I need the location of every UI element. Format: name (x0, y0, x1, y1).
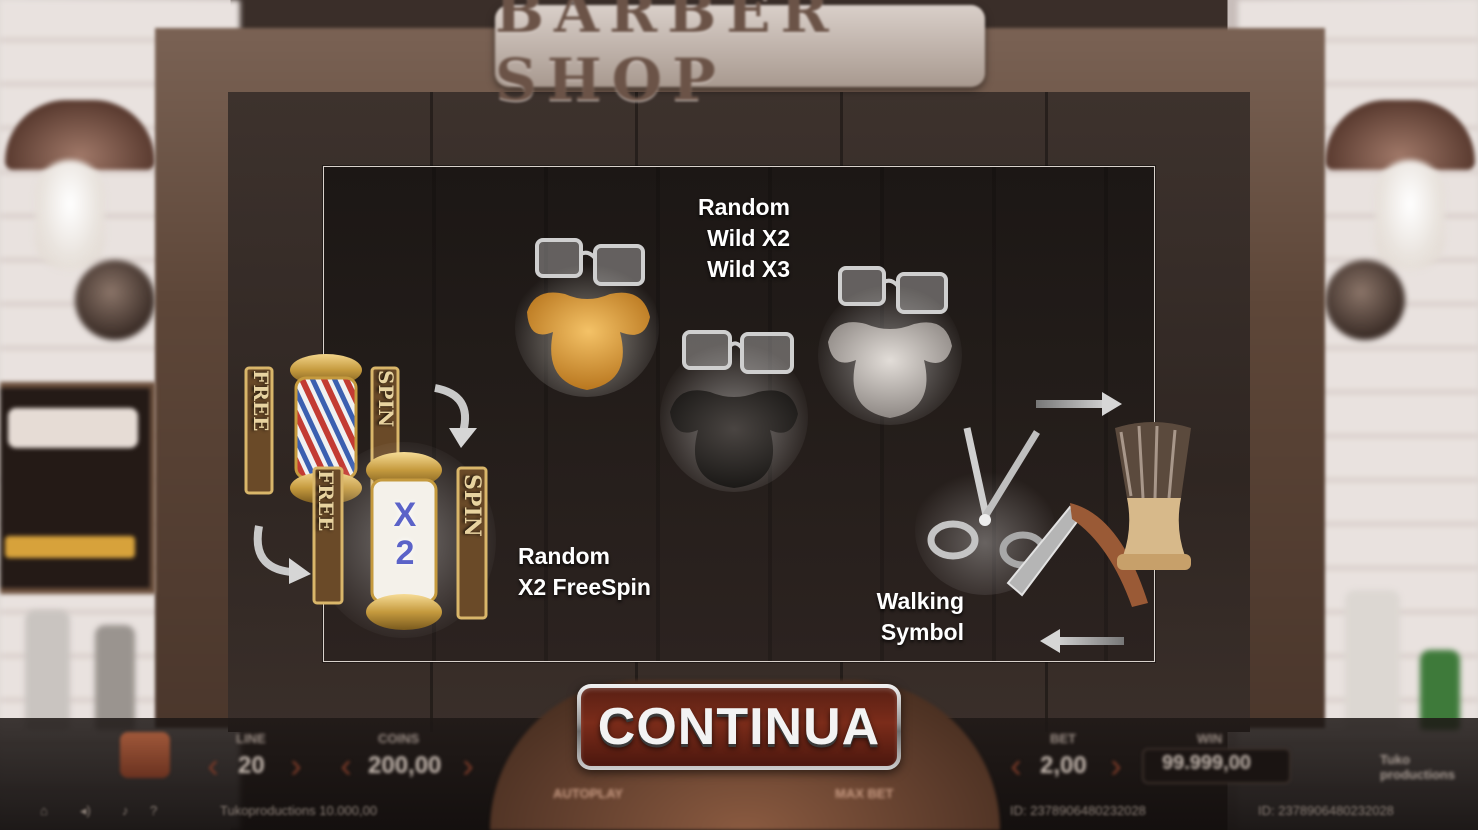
win-value: 99.999,00 (1162, 752, 1251, 774)
barber-shop-board (0, 382, 156, 594)
bet-label: BET (1050, 731, 1076, 746)
provider-logo: Tuko productions (1380, 752, 1456, 782)
bet-decrease-button[interactable]: ‹ (1003, 748, 1029, 784)
grey-beard-wild-symbol (818, 266, 962, 425)
walking-text-line-1: Walking (876, 588, 964, 614)
x2-multiplier-label: X2 (386, 496, 424, 572)
footer-balance: Tukoproductions 10.000,00 (220, 803, 378, 818)
bet-value: 2,00 (1040, 752, 1087, 779)
coins-increase-button[interactable]: › (455, 748, 481, 784)
sound-icon[interactable]: ◂) (80, 803, 91, 819)
walking-text-line-2: Symbol (880, 619, 964, 645)
home-icon[interactable]: ⌂ (40, 803, 48, 818)
continue-button-face[interactable]: CONTINUA (581, 688, 897, 766)
info-button[interactable] (120, 732, 170, 778)
bet-increase-button[interactable]: › (1103, 748, 1129, 784)
footer-id-1: ID: 2378906480232028 (1010, 803, 1146, 818)
pole-spin-label-2: SPIN (459, 474, 485, 537)
line-increase-button[interactable]: › (283, 748, 309, 784)
curved-arrow-icon (434, 384, 477, 448)
lamp-bulb-right (1375, 160, 1445, 270)
bottle (95, 625, 135, 730)
wild-text-line-1: Random (698, 194, 790, 220)
max-bet-button[interactable]: MAX BET (835, 786, 894, 801)
x2-multiplier: X2 (385, 496, 425, 579)
coins-label: COINS (378, 731, 420, 746)
pole-free-text-2: FREE (314, 470, 338, 534)
help-icon[interactable]: ? (150, 803, 157, 818)
blonde-beard-wild-symbol (515, 238, 659, 397)
footer-id-2: ID: 2378906480232028 (1258, 803, 1394, 818)
coins-value: 200,00 (368, 752, 442, 779)
walking-text: Walking Symbol (868, 586, 964, 648)
bottle (1345, 590, 1400, 730)
board-stripe (5, 536, 135, 558)
freespin-text: Random X2 FreeSpin (518, 541, 651, 603)
wild-text-line-3: Wild X3 (707, 256, 790, 282)
line-value: 20 (238, 752, 265, 779)
coins-decrease-button[interactable]: ‹ (333, 748, 359, 784)
board-title (8, 408, 138, 448)
pole-free-label-2: FREE (314, 470, 338, 532)
pole-spin-text-1: SPIN (374, 370, 398, 430)
autoplay-button[interactable]: AUTOPLAY (553, 786, 623, 801)
dark-beard-wild-symbol (660, 330, 808, 492)
pole-free-label-1: FREE (249, 370, 273, 432)
right-arrow-icon (1036, 392, 1122, 416)
continue-button-label: CONTINUA (597, 698, 881, 756)
win-label: WIN (1197, 731, 1223, 746)
line-label: LINE (236, 731, 266, 746)
freespin-text-line-1: Random (518, 543, 610, 569)
lamp-globe-left (75, 260, 155, 340)
continue-button[interactable]: CONTINUA (577, 684, 901, 770)
pole-spin-label-1: SPIN (374, 370, 398, 428)
bottle (25, 610, 70, 730)
lamp-bulb-left (35, 160, 105, 270)
title-sign-text: BARBER SHOP (495, 0, 839, 114)
curved-arrow-icon (253, 525, 311, 584)
title-sign: BARBER SHOP (495, 0, 985, 114)
pole-spin-text-2: SPIN (459, 474, 485, 541)
shaving-brush-icon (1115, 422, 1191, 570)
left-arrow-icon (1040, 629, 1124, 653)
freespin-text-line-2: X2 FreeSpin (518, 574, 651, 600)
lamp-globe-right (1325, 260, 1405, 340)
line-decrease-button[interactable]: ‹ (200, 748, 226, 784)
pole-free-text-1: FREE (249, 370, 273, 434)
music-icon[interactable]: ♪ (122, 803, 129, 818)
wild-text-line-2: Wild X2 (707, 225, 790, 251)
wild-text: Random Wild X2 Wild X3 (693, 192, 790, 285)
